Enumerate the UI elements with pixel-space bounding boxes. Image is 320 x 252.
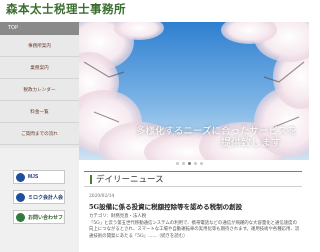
nav-item-office[interactable]: 事務所案内 [0,35,79,57]
slide-dot[interactable] [194,161,197,165]
slide-dot[interactable] [182,161,185,165]
site-header: 森本太士税理士事務所 [0,0,309,18]
daily-news-title: デイリーニュース [96,175,164,185]
news-item: 2020/02/14 5G設備に係る投資に税額控除等を認める税制の創設 カテゴリ… [89,194,301,240]
contact-form-label: お問い合わせフォーム [28,214,64,221]
miroku-logo-icon [16,192,25,202]
miroku-banner[interactable]: ミロク会計人会 [13,190,65,204]
news-title[interactable]: 5G設備に係る投資に税額控除等を認める税制の創設 [89,201,301,211]
hero-slideshow[interactable]: 多様化するニーズに合ったサービスを 提供致します [79,22,309,160]
news-category[interactable]: カテゴリ：財務見直・法人税 [89,213,301,219]
nav-item-fees[interactable]: 料金一覧 [0,101,79,123]
mjs-banner[interactable]: MJS [13,170,65,184]
slide-indicators [176,160,203,166]
hero-caption-line1: 多様化するニーズに合ったサービスを [135,126,297,137]
nav-item-top[interactable]: TOP [0,22,79,35]
mjs-banner-label: MJS [28,174,39,180]
mail-icon [16,212,25,222]
contact-form-banner[interactable]: お問い合わせフォーム [13,210,65,224]
heading-accent-bar [90,175,92,184]
nav-item-tax-calendar[interactable]: 税政カレンダー [0,79,79,101]
daily-news-heading: デイリーニュース [84,171,302,187]
nav-item-services[interactable]: 業務案内 [0,57,79,79]
slide-dot-active[interactable] [188,161,191,165]
nav-item-inquiry-flow[interactable]: ご質問までの流れ [0,123,79,145]
hero-caption-line2: 提供致します [221,138,281,149]
banner-area: MJS ミロク会計人会 お問い合わせフォーム [0,148,79,252]
slide-dot[interactable] [176,161,179,165]
news-body: 「5G」と云う第五世代移動通信システムの利用で、携帯電話などの通信が飛躍的な大容… [89,221,300,239]
news-date: 2020/02/14 [89,194,115,199]
slide-dot[interactable] [200,161,203,165]
hero-caption: 多様化するニーズに合ったサービスを 提供致します [79,126,309,160]
site-title[interactable]: 森本太士税理士事務所 [6,1,126,17]
miroku-banner-label: ミロク会計人会 [28,194,64,201]
mjs-logo-icon [16,172,25,182]
